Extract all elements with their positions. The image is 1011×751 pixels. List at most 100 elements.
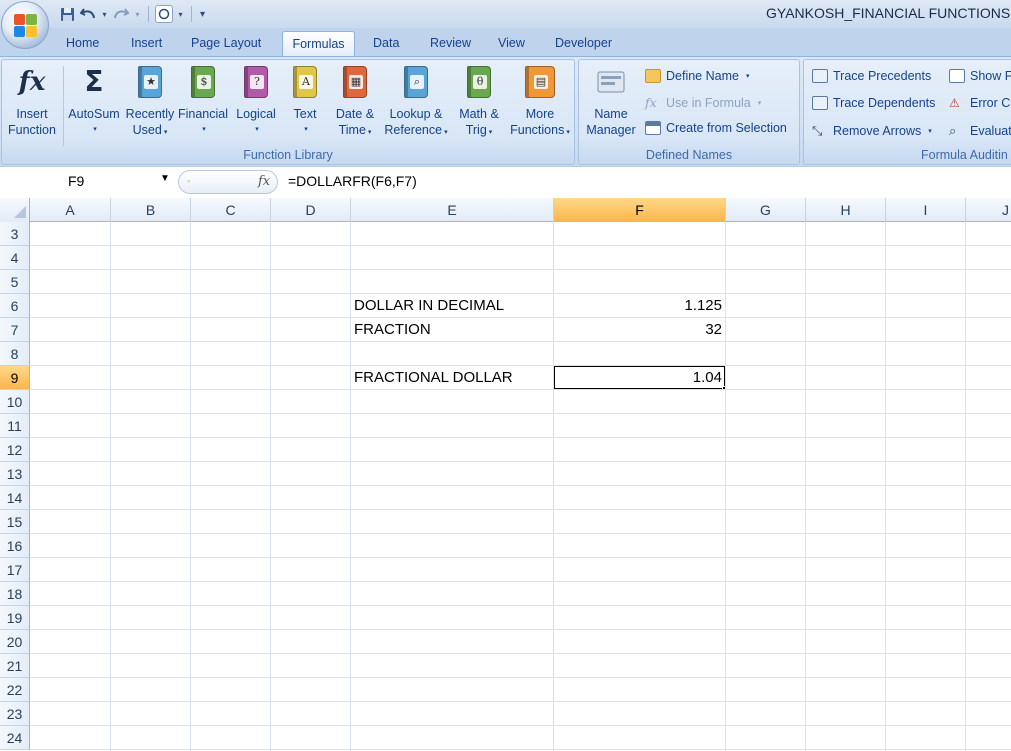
column-header-h[interactable]: H bbox=[806, 198, 886, 222]
error-checking-button[interactable]: ⚠ Error C bbox=[949, 96, 1010, 110]
row-header-22[interactable]: 22 bbox=[0, 678, 30, 702]
column-header-e[interactable]: E bbox=[351, 198, 554, 222]
gridline-horizontal bbox=[30, 533, 1011, 534]
trace-precedents-label: Trace Precedents bbox=[833, 69, 932, 83]
autosum-dropdown-icon: ▾ bbox=[93, 126, 97, 133]
logical-button[interactable]: ? Logical ▾ bbox=[231, 64, 281, 138]
tab-page-layout[interactable]: Page Layout bbox=[191, 35, 261, 57]
trace-precedents-icon bbox=[812, 69, 828, 83]
column-header-g[interactable]: G bbox=[726, 198, 806, 222]
row-header-16[interactable]: 16 bbox=[0, 534, 30, 558]
gridline-horizontal bbox=[30, 293, 1011, 294]
active-cell-border bbox=[553, 365, 726, 390]
undo-icon[interactable] bbox=[79, 5, 97, 23]
lookup-reference-button[interactable]: ⌕ Lookup & Reference ▾ bbox=[383, 64, 449, 141]
name-box-dropdown-icon[interactable]: ▼ bbox=[160, 173, 170, 184]
column-header-c[interactable]: C bbox=[191, 198, 271, 222]
row-header-9[interactable]: 9 bbox=[0, 366, 30, 390]
row-header-18[interactable]: 18 bbox=[0, 582, 30, 606]
customize-icon[interactable] bbox=[155, 5, 173, 23]
select-all-button[interactable] bbox=[0, 198, 30, 222]
remove-arrows-button[interactable]: ⤡ Remove Arrows ▾ bbox=[812, 123, 932, 139]
insert-function-button[interactable]: fx Insert Function bbox=[4, 64, 60, 138]
autosum-button[interactable]: Σ AutoSum ▾ bbox=[66, 64, 122, 138]
lookup-label: Lookup & bbox=[389, 107, 443, 121]
row-header-6[interactable]: 6 bbox=[0, 294, 30, 318]
column-header-i[interactable]: I bbox=[886, 198, 966, 222]
trace-dependents-button[interactable]: Trace Dependents bbox=[812, 96, 935, 110]
more-functions-button[interactable]: ▤ More Functions ▾ bbox=[505, 64, 575, 141]
name-box[interactable]: F9 bbox=[1, 171, 177, 193]
cell-f6[interactable]: 1.125 bbox=[557, 294, 725, 318]
recently-used-button[interactable]: ★ Recently Used ▾ bbox=[123, 64, 177, 141]
sigma-icon: Σ bbox=[84, 65, 104, 98]
tab-home[interactable]: Home bbox=[66, 35, 99, 57]
column-header-a[interactable]: A bbox=[30, 198, 111, 222]
text-button[interactable]: A Text ▾ bbox=[284, 64, 326, 138]
show-formulas-button[interactable]: Show F bbox=[949, 69, 1011, 83]
name-manager-button[interactable]: Name Manager bbox=[581, 64, 641, 138]
row-header-19[interactable]: 19 bbox=[0, 606, 30, 630]
row-header-17[interactable]: 17 bbox=[0, 558, 30, 582]
evaluate-formula-label: Evaluat bbox=[970, 124, 1011, 138]
row-header-5[interactable]: 5 bbox=[0, 270, 30, 294]
chevron-down-icon: ▾ bbox=[928, 128, 932, 135]
office-button[interactable] bbox=[1, 1, 49, 49]
math-label-2: Trig bbox=[465, 123, 487, 137]
redo-dropdown-icon[interactable]: ▾ bbox=[133, 10, 142, 19]
insert-function-fx-icon[interactable]: fx bbox=[258, 174, 270, 189]
create-from-selection-button[interactable]: Create from Selection bbox=[645, 121, 787, 135]
row-header-4[interactable]: 4 bbox=[0, 246, 30, 270]
tab-view[interactable]: View bbox=[498, 35, 525, 57]
row-header-10[interactable]: 10 bbox=[0, 390, 30, 414]
row-header-14[interactable]: 14 bbox=[0, 486, 30, 510]
define-name-button[interactable]: Define Name ▾ bbox=[645, 69, 749, 83]
undo-dropdown-icon[interactable]: ▾ bbox=[100, 10, 109, 19]
redo-icon[interactable] bbox=[112, 5, 130, 23]
evaluate-formula-button[interactable]: ⌕ Evaluat bbox=[949, 123, 1011, 139]
row-header-11[interactable]: 11 bbox=[0, 414, 30, 438]
row-header-7[interactable]: 7 bbox=[0, 318, 30, 342]
financial-button[interactable]: $ Financial ▾ bbox=[177, 64, 229, 138]
cell-e9[interactable]: FRACTIONAL DOLLAR bbox=[354, 366, 553, 390]
tab-data[interactable]: Data bbox=[373, 35, 399, 57]
formula-auditing-group: Trace Precedents Trace Dependents ⤡ Remo… bbox=[803, 59, 1011, 165]
gridline-horizontal bbox=[30, 389, 1011, 390]
row-header-8[interactable]: 8 bbox=[0, 342, 30, 366]
math-trig-button[interactable]: θ Math & Trig ▾ bbox=[451, 64, 507, 141]
tab-formulas[interactable]: Formulas bbox=[282, 31, 355, 58]
cell-e7[interactable]: FRACTION bbox=[354, 318, 553, 342]
column-header-b[interactable]: B bbox=[111, 198, 191, 222]
save-icon[interactable] bbox=[58, 5, 76, 23]
worksheet-grid[interactable]: ABCDEFGHIJ 3 4 5 6 7 8 9 10 11 12 13 14 15 16 17 18 19 20… bbox=[0, 198, 1011, 751]
row-header-3[interactable]: 3 bbox=[0, 222, 30, 246]
gridline-vertical bbox=[350, 222, 351, 751]
expand-grip-icon[interactable]: ◦ bbox=[187, 176, 190, 186]
date-time-button[interactable]: ▦ Date & Time ▾ bbox=[329, 64, 381, 141]
gridline-vertical bbox=[190, 222, 191, 751]
row-header-23[interactable]: 23 bbox=[0, 702, 30, 726]
tab-review[interactable]: Review bbox=[430, 35, 471, 57]
formula-input[interactable]: =DOLLARFR(F6,F7) bbox=[288, 173, 417, 189]
use-in-formula-button[interactable]: fx Use in Formula ▾ bbox=[645, 95, 761, 110]
column-header-j[interactable]: J bbox=[966, 198, 1011, 222]
tab-developer[interactable]: Developer bbox=[555, 35, 612, 57]
trace-precedents-button[interactable]: Trace Precedents bbox=[812, 69, 931, 83]
cell-f7[interactable]: 32 bbox=[557, 318, 725, 342]
tab-insert[interactable]: Insert bbox=[131, 35, 162, 57]
row-header-13[interactable]: 13 bbox=[0, 462, 30, 486]
row-header-21[interactable]: 21 bbox=[0, 654, 30, 678]
defined-names-label: Defined Names bbox=[645, 148, 733, 162]
row-header-15[interactable]: 15 bbox=[0, 510, 30, 534]
row-header-20[interactable]: 20 bbox=[0, 630, 30, 654]
row-header-24[interactable]: 24 bbox=[0, 726, 30, 750]
date-time-label-2: Time bbox=[338, 123, 366, 137]
column-header-f[interactable]: F bbox=[554, 198, 726, 222]
qat-menu-icon[interactable]: ▾ bbox=[198, 9, 207, 20]
customize-dropdown-icon[interactable]: ▾ bbox=[176, 10, 185, 19]
gridline-horizontal bbox=[30, 509, 1011, 510]
gridline-vertical bbox=[805, 222, 806, 751]
row-header-12[interactable]: 12 bbox=[0, 438, 30, 462]
column-header-d[interactable]: D bbox=[271, 198, 351, 222]
cell-e6[interactable]: DOLLAR IN DECIMAL bbox=[354, 294, 553, 318]
